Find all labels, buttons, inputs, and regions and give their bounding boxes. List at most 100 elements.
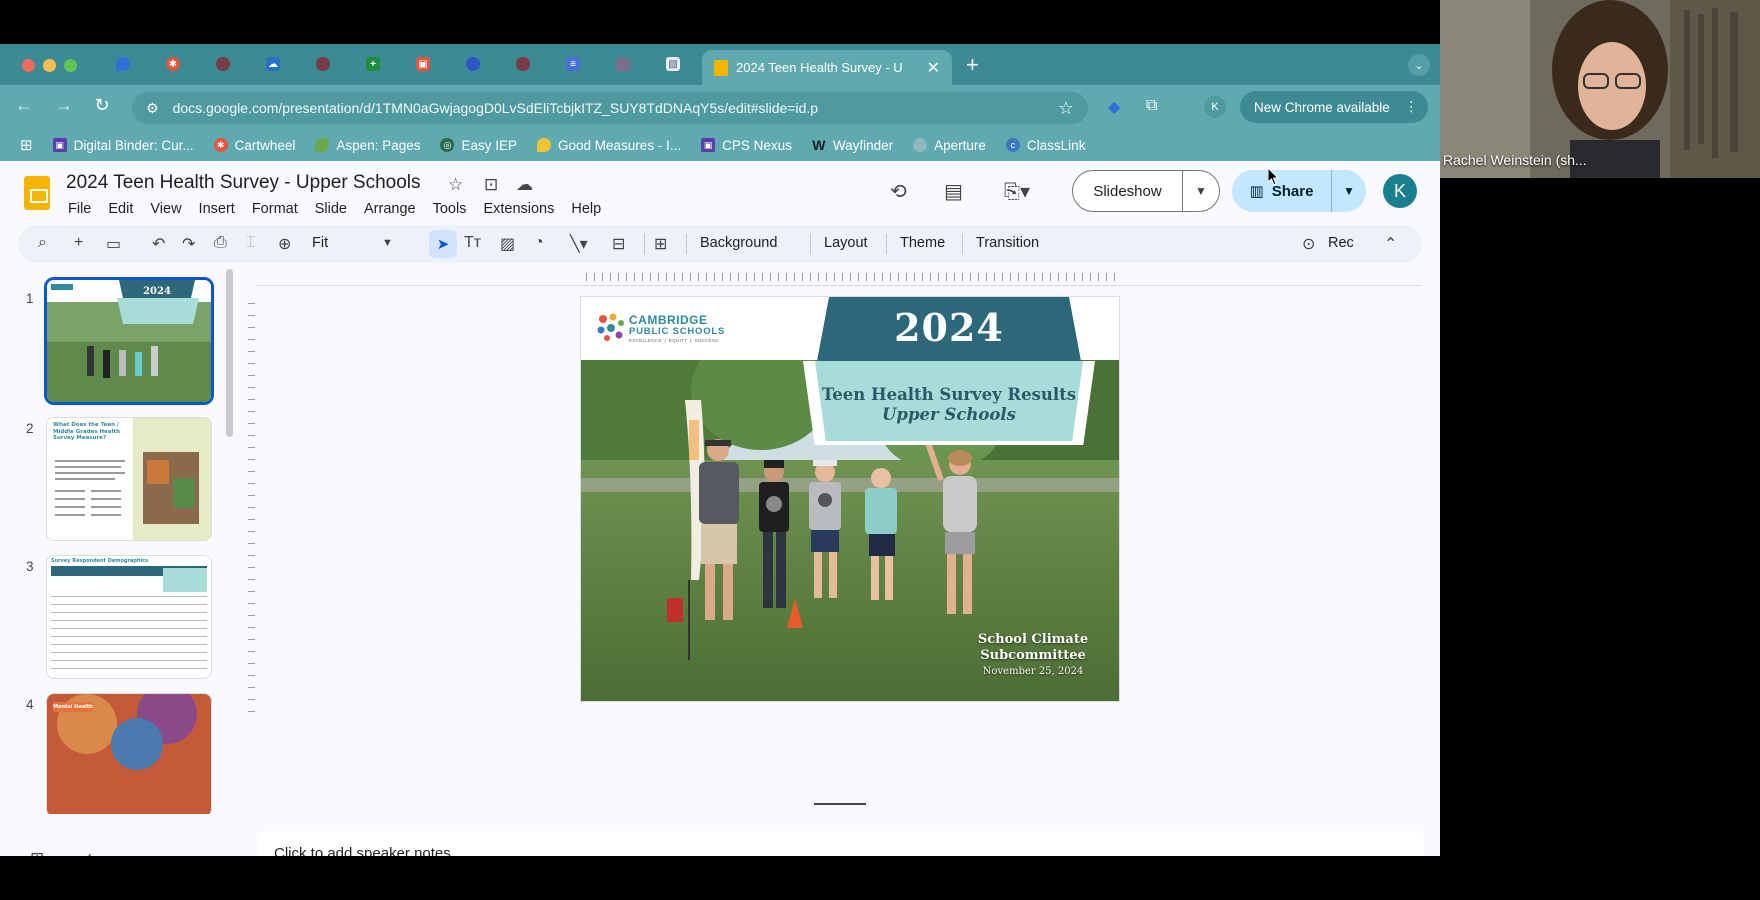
bookmark-item[interactable]: Good Measures - I... bbox=[537, 138, 681, 153]
menu-help[interactable]: Help bbox=[571, 201, 609, 217]
zoom-icon[interactable]: ⊕ bbox=[278, 234, 291, 254]
comments-icon[interactable]: ▤ bbox=[944, 179, 963, 204]
print-icon[interactable]: ⎙ bbox=[214, 234, 227, 252]
collapse-filmstrip-chevron-icon[interactable]: ‹ bbox=[86, 847, 92, 856]
maximize-window-button[interactable] bbox=[64, 59, 77, 72]
menu-file[interactable]: File bbox=[68, 201, 99, 217]
zoom-select[interactable]: Fit bbox=[312, 235, 328, 251]
insert-special-icon[interactable]: ⊟ bbox=[612, 234, 625, 254]
text-box-icon[interactable]: Tт bbox=[464, 234, 481, 252]
version-history-icon[interactable]: ⟲ bbox=[890, 179, 907, 204]
collapse-toolbar-chevron-icon[interactable]: ⌃ bbox=[1384, 234, 1397, 254]
new-slide-icon[interactable]: + bbox=[74, 234, 83, 252]
account-avatar[interactable]: K bbox=[1383, 174, 1417, 208]
line-icon[interactable]: ╲▾ bbox=[570, 234, 588, 254]
pinned-tab-10[interactable]: ≡ bbox=[562, 53, 584, 75]
pinned-tab-1[interactable] bbox=[112, 53, 134, 75]
new-chrome-available-button[interactable]: New Chrome available ⋮ bbox=[1240, 91, 1428, 123]
new-slide-layout-icon[interactable]: ▭ bbox=[106, 234, 121, 254]
current-slide[interactable]: CAMBRIDGE PUBLIC SCHOOLS EXCELLENCE ❘ EQ… bbox=[581, 297, 1119, 701]
slide-thumbnail-3[interactable]: Survey Respondent Demographics bbox=[46, 555, 212, 679]
extensions-puzzle-icon[interactable]: ⧉ bbox=[1146, 97, 1157, 115]
select-arrow-icon[interactable]: ➤ bbox=[429, 230, 457, 258]
google-slides-logo-icon[interactable] bbox=[24, 176, 50, 210]
apps-grid-icon[interactable]: ⊞ bbox=[20, 136, 33, 154]
search-menus-icon[interactable]: ⌕ bbox=[38, 234, 47, 252]
theme-button[interactable]: Theme bbox=[900, 235, 945, 251]
menu-slide[interactable]: Slide bbox=[315, 201, 355, 217]
pinned-tab-3[interactable] bbox=[212, 53, 234, 75]
meet-camera-icon[interactable]: ⎘▾ bbox=[1004, 179, 1030, 204]
record-icon[interactable]: ⊙ bbox=[1302, 234, 1315, 254]
pinned-tab-8[interactable] bbox=[462, 53, 484, 75]
bookmark-item[interactable]: ◎ Easy IEP bbox=[440, 138, 517, 153]
url-text[interactable]: docs.google.com/presentation/d/1TMN0aGwj… bbox=[173, 100, 1044, 116]
background-button[interactable]: Background bbox=[700, 235, 777, 251]
move-folder-icon[interactable]: ⊡ bbox=[484, 175, 498, 195]
redo-icon[interactable]: ↷ bbox=[182, 234, 195, 254]
bookmark-star-icon[interactable]: ☆ bbox=[1058, 98, 1074, 119]
minimize-window-button[interactable] bbox=[43, 59, 56, 72]
share-button[interactable]: ▥ Share ▼ bbox=[1232, 170, 1366, 212]
rec-button[interactable]: Rec bbox=[1328, 235, 1354, 251]
pinned-tab-6[interactable]: + bbox=[362, 53, 384, 75]
slide-thumbnail-4[interactable]: Mental Health bbox=[46, 693, 212, 814]
document-title[interactable]: 2024 Teen Health Survey - Upper Schools bbox=[66, 172, 421, 194]
slideshow-dropdown-icon[interactable]: ▼ bbox=[1183, 184, 1219, 198]
pinned-tab-5[interactable] bbox=[312, 53, 334, 75]
grid-view-icon[interactable]: ⊞ bbox=[30, 849, 44, 856]
bookmark-item[interactable]: ✱ Cartwheel bbox=[213, 138, 295, 153]
notes-resize-handle[interactable] bbox=[814, 803, 866, 805]
pinned-tab-4[interactable]: ☁ bbox=[262, 53, 284, 75]
close-window-button[interactable] bbox=[22, 59, 35, 72]
undo-icon[interactable]: ↶ bbox=[152, 234, 165, 254]
speaker-notes-placeholder[interactable]: Click to add speaker notes bbox=[274, 845, 451, 856]
forward-arrow-icon[interactable]: → bbox=[52, 95, 76, 116]
pinned-tab-11[interactable] bbox=[612, 53, 634, 75]
speaker-notes-panel[interactable]: Click to add speaker notes bbox=[258, 831, 1424, 856]
slide-thumbnail-1[interactable]: 2024 bbox=[44, 277, 214, 405]
share-dropdown-icon[interactable]: ▼ bbox=[1332, 184, 1366, 198]
menu-arrange[interactable]: Arrange bbox=[364, 201, 424, 217]
paint-format-icon[interactable]: ⌶ bbox=[246, 234, 256, 252]
bookmark-item[interactable]: ▣ Digital Binder: Cur... bbox=[52, 138, 194, 153]
pinned-tab-2[interactable]: ✱ bbox=[162, 53, 184, 75]
new-tab-button[interactable]: + bbox=[966, 52, 979, 78]
bookmark-item[interactable]: ▣ CPS Nexus bbox=[701, 138, 792, 153]
menu-extensions[interactable]: Extensions bbox=[483, 201, 562, 217]
add-comment-icon[interactable]: ⊞ bbox=[654, 234, 667, 254]
slideshow-button[interactable]: Slideshow ▼ bbox=[1072, 170, 1220, 212]
transition-button[interactable]: Transition bbox=[976, 235, 1039, 251]
pinned-tab-7[interactable]: ▣ bbox=[412, 53, 434, 75]
cloud-saved-icon[interactable]: ☁ bbox=[516, 175, 533, 195]
bookmark-item[interactable]: W Wayfinder bbox=[812, 137, 893, 153]
site-settings-icon[interactable]: ⚙ bbox=[146, 100, 159, 117]
reload-icon[interactable]: ↻ bbox=[90, 95, 114, 116]
shape-icon[interactable]: ◔ bbox=[534, 234, 544, 252]
pinned-tab-12[interactable]: ▧ bbox=[662, 53, 684, 75]
address-bar[interactable]: ⚙ docs.google.com/presentation/d/1TMN0aG… bbox=[132, 92, 1088, 124]
tab-search-chevron-icon[interactable]: ⌄ bbox=[1408, 54, 1430, 76]
menu-edit[interactable]: Edit bbox=[108, 201, 141, 217]
slideshow-label[interactable]: Slideshow bbox=[1073, 171, 1183, 211]
back-arrow-icon[interactable]: ← bbox=[12, 95, 36, 116]
menu-insert[interactable]: Insert bbox=[199, 201, 243, 217]
bookmark-item[interactable]: Aperture bbox=[913, 138, 986, 153]
insert-image-icon[interactable]: ▨ bbox=[500, 234, 515, 254]
close-tab-icon[interactable]: ✕ bbox=[927, 58, 940, 78]
menu-view[interactable]: View bbox=[150, 201, 189, 217]
extension-shield-icon[interactable]: ◆ bbox=[1108, 97, 1120, 117]
menu-format[interactable]: Format bbox=[252, 201, 306, 217]
slide-thumbnail-2[interactable]: What Does the Teen / Middle Grades Healt… bbox=[46, 417, 212, 541]
bookmark-item[interactable]: c ClassLink bbox=[1005, 138, 1085, 153]
pinned-tab-icon bbox=[216, 57, 230, 71]
filmstrip-scrollbar[interactable] bbox=[226, 269, 233, 437]
star-icon[interactable]: ☆ bbox=[448, 175, 463, 195]
layout-button[interactable]: Layout bbox=[824, 235, 868, 251]
chrome-profile-avatar[interactable]: K bbox=[1204, 96, 1226, 118]
zoom-dropdown-icon[interactable]: ▼ bbox=[382, 237, 393, 249]
active-tab[interactable]: 2024 Teen Health Survey - U ✕ bbox=[702, 50, 952, 85]
bookmark-item[interactable]: Aspen: Pages bbox=[315, 138, 420, 153]
menu-tools[interactable]: Tools bbox=[433, 201, 475, 217]
pinned-tab-9[interactable] bbox=[512, 53, 534, 75]
